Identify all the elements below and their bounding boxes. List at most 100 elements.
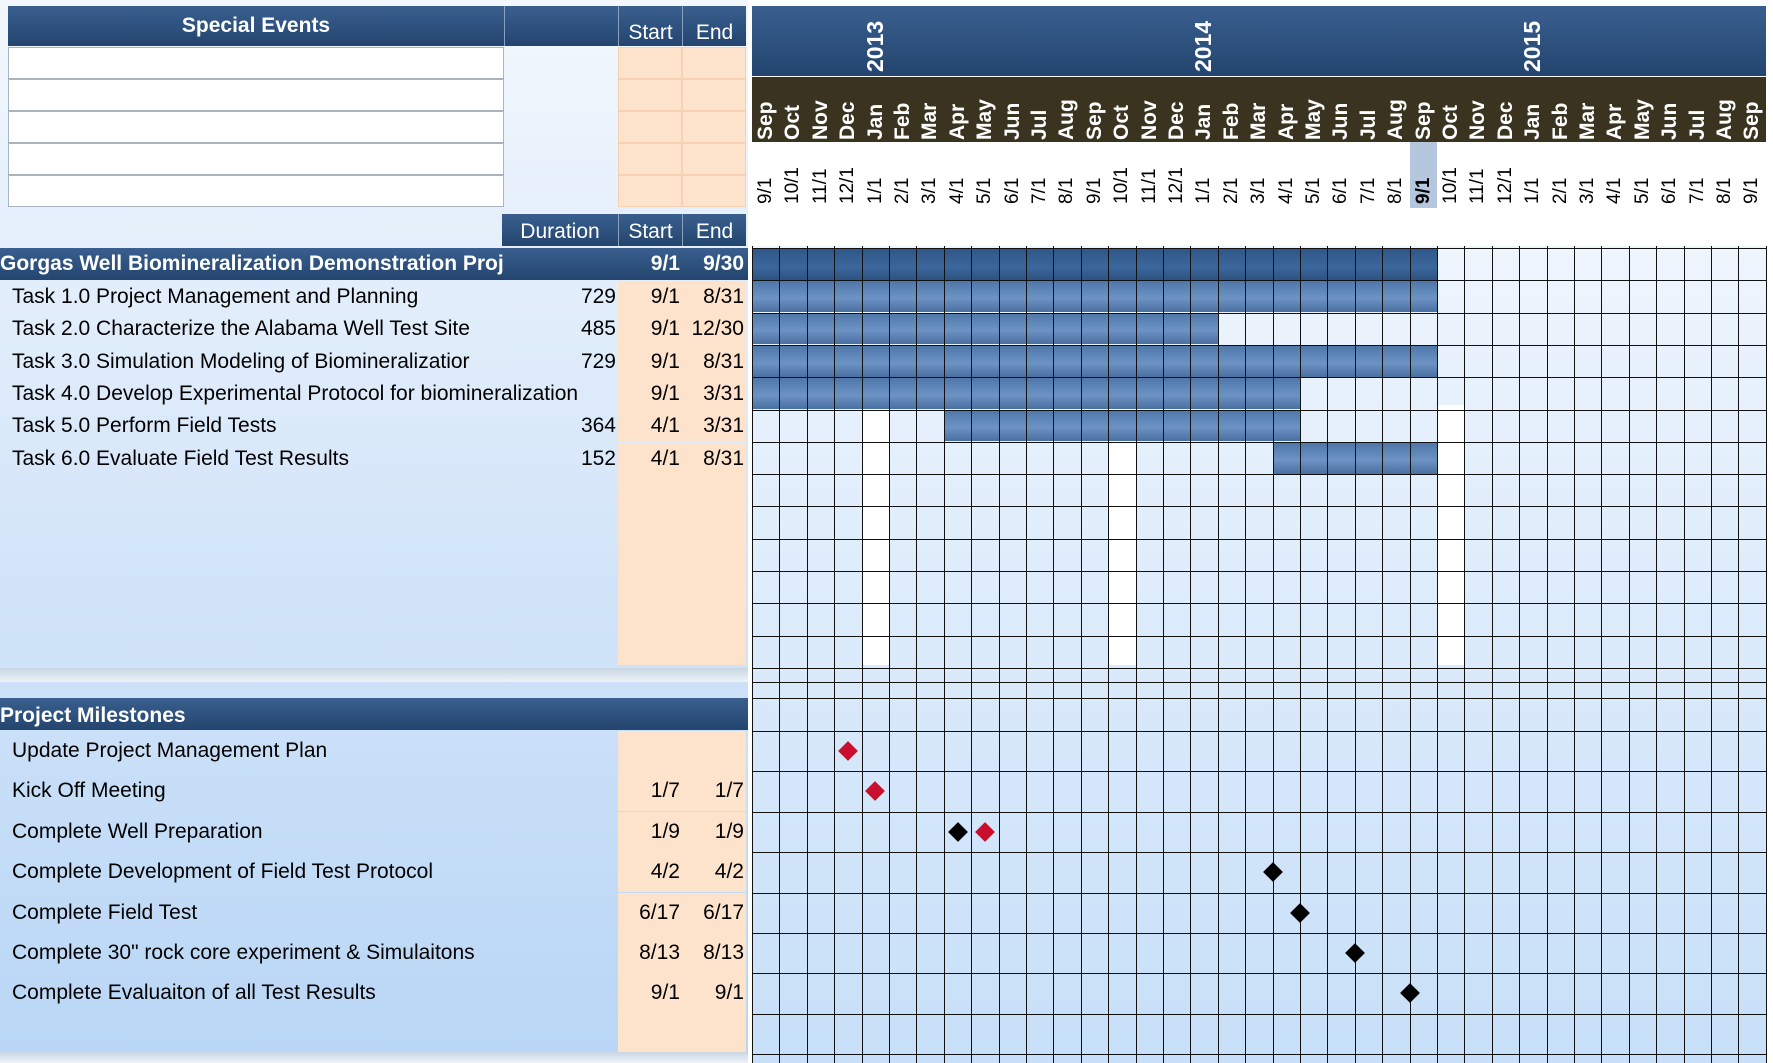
task-row[interactable]: Task 4.0 Develop Experimental Protocol f… xyxy=(0,377,748,410)
grid-vline xyxy=(1327,246,1329,1063)
month-label: Jan xyxy=(863,103,887,140)
special-event-start[interactable] xyxy=(618,79,682,111)
milestone-row[interactable]: Complete Field Test 6/17 6/17 xyxy=(0,892,748,933)
task-duration: 729 xyxy=(580,349,616,373)
special-event-start[interactable] xyxy=(618,47,682,79)
task-duration: 364 xyxy=(580,414,616,438)
date-label: 11/1 xyxy=(1467,168,1489,204)
special-event-end[interactable] xyxy=(682,79,746,111)
grid-vline xyxy=(1245,246,1247,1063)
grid-hline xyxy=(752,698,1766,699)
task-bar[interactable] xyxy=(752,281,1437,312)
project-end: 9/30 xyxy=(703,252,744,275)
grid-vline xyxy=(1217,246,1219,1063)
grid-hline xyxy=(752,892,1766,894)
milestone-row[interactable]: Update Project Management Plan xyxy=(0,731,748,771)
date-label: 11/1 xyxy=(809,168,831,204)
special-event-start[interactable] xyxy=(618,143,682,175)
special-events-end-header: End xyxy=(682,6,746,46)
month-label: Jan xyxy=(1521,103,1545,140)
special-event-input[interactable] xyxy=(8,47,504,79)
month-label: Sep xyxy=(1411,101,1435,140)
month-label: Feb xyxy=(891,102,914,140)
date-label: 7/1 xyxy=(1357,177,1379,204)
milestone-name: Update Project Management Plan xyxy=(12,739,328,762)
grid-hline xyxy=(752,280,1766,282)
grid-vline xyxy=(1656,246,1658,1063)
month-label: Jan xyxy=(1192,103,1216,140)
bottom-separator xyxy=(0,1052,748,1063)
special-event-start[interactable] xyxy=(618,111,682,143)
milestone-row[interactable]: Complete Well Preparation 1/9 1/9 xyxy=(0,811,748,852)
date-label: 9/1 xyxy=(1412,177,1434,204)
start-column-header: Start xyxy=(618,214,682,246)
special-event-input[interactable] xyxy=(8,111,504,143)
task-bar[interactable] xyxy=(752,313,1218,345)
milestone-row[interactable]: Kick Off Meeting 1/7 1/7 xyxy=(0,771,748,812)
highlight-column xyxy=(1108,405,1136,665)
task-row[interactable]: Task 3.0 Simulation Modeling of Biominer… xyxy=(0,345,748,378)
special-event-input[interactable] xyxy=(8,143,504,175)
task-row[interactable]: Task 5.0 Perform Field Tests 364 4/1 3/31 xyxy=(0,410,748,443)
grid-vline xyxy=(861,246,863,1063)
month-label: May xyxy=(1302,99,1325,140)
date-label: 4/1 xyxy=(1275,177,1297,204)
special-event-input[interactable] xyxy=(8,79,504,111)
task-row[interactable]: Task 2.0 Characterize the Alabama Well T… xyxy=(0,313,748,346)
grid-vline xyxy=(1628,246,1630,1063)
milestone-row[interactable]: Complete 30" rock core experiment & Simu… xyxy=(0,933,748,973)
grid-hline xyxy=(752,635,1766,637)
date-label: 9/1 xyxy=(1741,177,1763,204)
special-event-start[interactable] xyxy=(618,175,682,207)
grid-vline xyxy=(1519,246,1521,1063)
grid-vline xyxy=(1053,246,1055,1063)
grid-hline xyxy=(752,377,1766,379)
date-label: 7/1 xyxy=(1686,177,1708,204)
date-label: 7/1 xyxy=(1029,177,1050,204)
date-label: 8/1 xyxy=(1385,177,1407,204)
grid-vline xyxy=(1491,246,1493,1063)
project-summary-bar[interactable] xyxy=(752,248,1437,280)
month-label: Nov xyxy=(1466,100,1490,140)
month-label: May xyxy=(1630,99,1654,140)
grid-vline xyxy=(1409,246,1411,1063)
month-label: Sep xyxy=(754,101,777,140)
grid-hline xyxy=(752,506,1766,508)
month-label: Jun xyxy=(1329,102,1353,140)
duration-column-header: Duration xyxy=(502,214,618,246)
special-events-title-cell: Special Events xyxy=(8,6,504,46)
grid-vline xyxy=(1601,246,1603,1063)
task-bar[interactable] xyxy=(752,345,1437,377)
milestone-name: Complete Evaluaiton of all Test Results xyxy=(12,981,376,1005)
task-bar[interactable] xyxy=(943,410,1300,442)
task-row[interactable]: Task 1.0 Project Management and Planning… xyxy=(0,281,748,313)
grid-hline xyxy=(752,603,1766,605)
date-label: 2/1 xyxy=(892,177,913,204)
milestone-row[interactable]: Complete Development of Field Test Proto… xyxy=(0,852,748,893)
special-events-start-header: Start xyxy=(618,6,682,46)
task-start-column-filler xyxy=(618,470,682,665)
year-band xyxy=(752,6,1766,76)
date-label: 8/1 xyxy=(1714,177,1735,204)
special-event-end[interactable] xyxy=(682,111,746,143)
special-event-end[interactable] xyxy=(682,175,746,207)
month-label: Dec xyxy=(836,101,860,140)
special-event-end[interactable] xyxy=(682,47,746,79)
special-event-end[interactable] xyxy=(682,143,746,175)
month-label: Sep xyxy=(1740,101,1764,140)
month-label: Mar xyxy=(1247,102,1271,140)
project-summary-row[interactable]: Gorgas Well Biomineralization Demonstrat… xyxy=(0,248,748,280)
grid-hline xyxy=(752,682,1766,683)
date-label: 1/1 xyxy=(864,177,886,204)
grid-vline xyxy=(1163,246,1164,1063)
milestone-start: 1/7 xyxy=(650,779,680,803)
special-event-input[interactable] xyxy=(8,175,504,207)
date-label: 3/1 xyxy=(919,177,941,204)
milestone-row[interactable]: Complete Evaluaiton of all Test Results 9… xyxy=(0,973,748,1014)
grid-hline xyxy=(752,973,1766,975)
month-label: Aug xyxy=(1055,99,1079,140)
month-label: Aug xyxy=(1713,99,1736,140)
grid-vline xyxy=(1190,246,1192,1063)
grid-vline xyxy=(889,246,890,1063)
month-label: Feb xyxy=(1219,102,1243,140)
